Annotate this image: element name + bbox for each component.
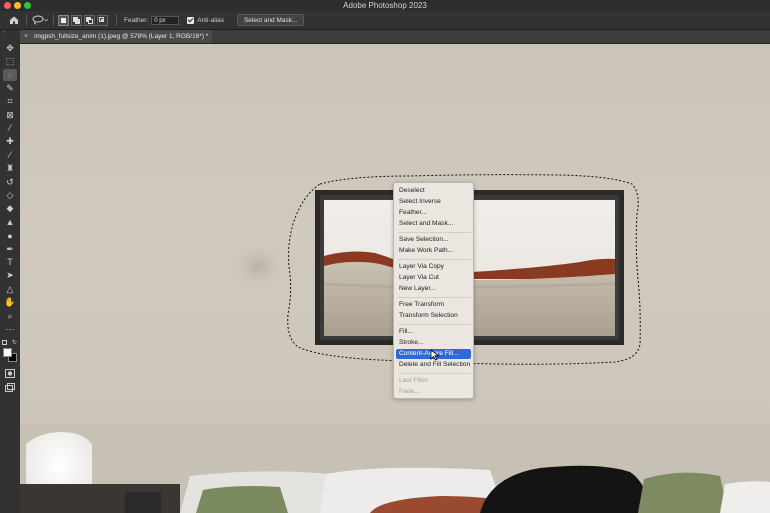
lasso-icon[interactable]: ◌ [3,68,17,81]
menu-separator [398,297,471,298]
hand-icon[interactable]: ✋ [3,297,17,309]
foreground-color-swatch[interactable] [3,348,12,357]
menu-item-layer-via-cut[interactable]: Layer Via Cut [396,273,471,283]
lasso-tool-preset-icon[interactable] [31,14,49,26]
menu-item-select-inverse[interactable]: Select Inverse [396,197,471,207]
select-and-mask-button[interactable]: Select and Mask... [236,14,305,26]
divider [26,14,27,26]
quick-mask-icon[interactable] [3,367,17,379]
close-tab-icon[interactable]: × [24,33,28,40]
type-icon[interactable]: T [3,256,17,268]
window-title-bar: Adobe Photoshop 2023 [0,0,770,11]
feather-label: Feather: [124,16,149,24]
menu-item-deselect[interactable]: Deselect [396,186,471,196]
divider [116,14,117,26]
frame-icon[interactable]: ⊠ [3,109,17,121]
subtract-from-selection-mode-button[interactable] [84,14,95,26]
move-icon[interactable]: ✥ [3,42,17,54]
marquee-icon[interactable]: ⬚ [3,55,17,67]
menu-separator [398,232,471,233]
quick-select-icon[interactable]: ✎ [3,82,17,94]
zoom-icon[interactable]: ⌕ [3,310,17,322]
anti-alias-checkbox[interactable] [187,16,195,24]
pen-icon[interactable]: ✒ [3,243,17,255]
menu-separator [398,324,471,325]
crop-icon[interactable]: ⌗ [3,96,17,108]
tools-panel: » ✥ ⬚ ◌ ✎ ⌗ ⊠ ⁄ ✚ ⁄ ♜ ↺ ◇ ◆ ▲ ● ✒ T ➤ △ ✋ ⌕ ··· ↻ [0,30,21,513]
eyedropper-icon[interactable]: ⁄ [3,122,17,134]
path-select-icon[interactable]: ➤ [3,270,17,282]
add-to-selection-mode-button[interactable] [71,14,82,26]
menu-item-layer-via-copy[interactable]: Layer Via Copy [396,262,471,272]
menu-item-new-layer[interactable]: New Layer... [396,284,471,294]
document-tab[interactable]: × imgpsh_fullsize_anim (1).jpeg @ 578% (… [20,30,213,43]
more-icon[interactable]: ··· [3,323,17,335]
menu-item-fade: Fade... [399,388,420,395]
menu-item-save-selection[interactable]: Save Selection... [396,235,471,245]
healing-icon[interactable]: ✚ [3,136,17,148]
menu-item-fill[interactable]: Fill... [396,327,471,337]
menu-item-feather[interactable]: Feather... [396,208,471,218]
options-bar: Feather: 0 px Anti-alias Select and Mask… [0,11,770,30]
menu-item-stroke[interactable]: Stroke... [396,338,471,348]
brush-icon[interactable]: ⁄ [3,149,17,161]
menu-separator [398,259,471,260]
dodge-icon[interactable]: ● [3,230,17,242]
panel-collapse-icon[interactable]: » [2,30,18,35]
wall-shadow [232,242,284,290]
menu-item-delete-and-fill-selection[interactable]: Delete and Fill Selection [396,360,471,370]
intersect-selection-mode-button[interactable] [97,14,108,26]
history-brush-icon[interactable]: ↺ [3,176,17,188]
paint-bucket-icon[interactable]: ◆ [3,203,17,215]
divider [53,14,54,26]
home-icon[interactable] [8,14,20,26]
new-selection-mode-button[interactable] [58,14,69,26]
menu-item-transform-selection[interactable]: Transform Selection [396,311,471,321]
feather-input[interactable]: 0 px [151,15,180,25]
blur-icon[interactable]: ▲ [3,216,17,228]
menu-separator [398,373,471,374]
document-tab-title: imgpsh_fullsize_anim (1).jpeg @ 578% (La… [34,33,209,40]
menu-item-select-and-mask[interactable]: Select and Mask... [396,219,471,229]
anti-alias-label: Anti-alias [197,16,224,24]
mouse-cursor-icon [430,349,440,361]
document-tab-bar: × imgpsh_fullsize_anim (1).jpeg @ 578% (… [20,30,770,44]
menu-item-free-transform[interactable]: Free Transform [396,300,471,310]
default-colors-icon[interactable] [2,340,7,345]
bedroom-scene [20,424,770,513]
shape-icon[interactable]: △ [3,283,17,295]
menu-item-make-work-path[interactable]: Make Work Path... [396,246,471,256]
swap-colors-icon[interactable]: ↻ [12,339,17,346]
stamp-icon[interactable]: ♜ [3,163,17,175]
selection-context-menu: Deselect Select Inverse Feather... Select a… [393,182,474,399]
window-title: Adobe Photoshop 2023 [343,1,427,10]
document-canvas[interactable]: Deselect Select Inverse Feather... Select a… [20,44,770,513]
screen-mode-icon[interactable] [3,381,17,393]
eraser-icon[interactable]: ◇ [3,189,17,201]
menu-item-last-filter: Last Filter [399,377,428,384]
